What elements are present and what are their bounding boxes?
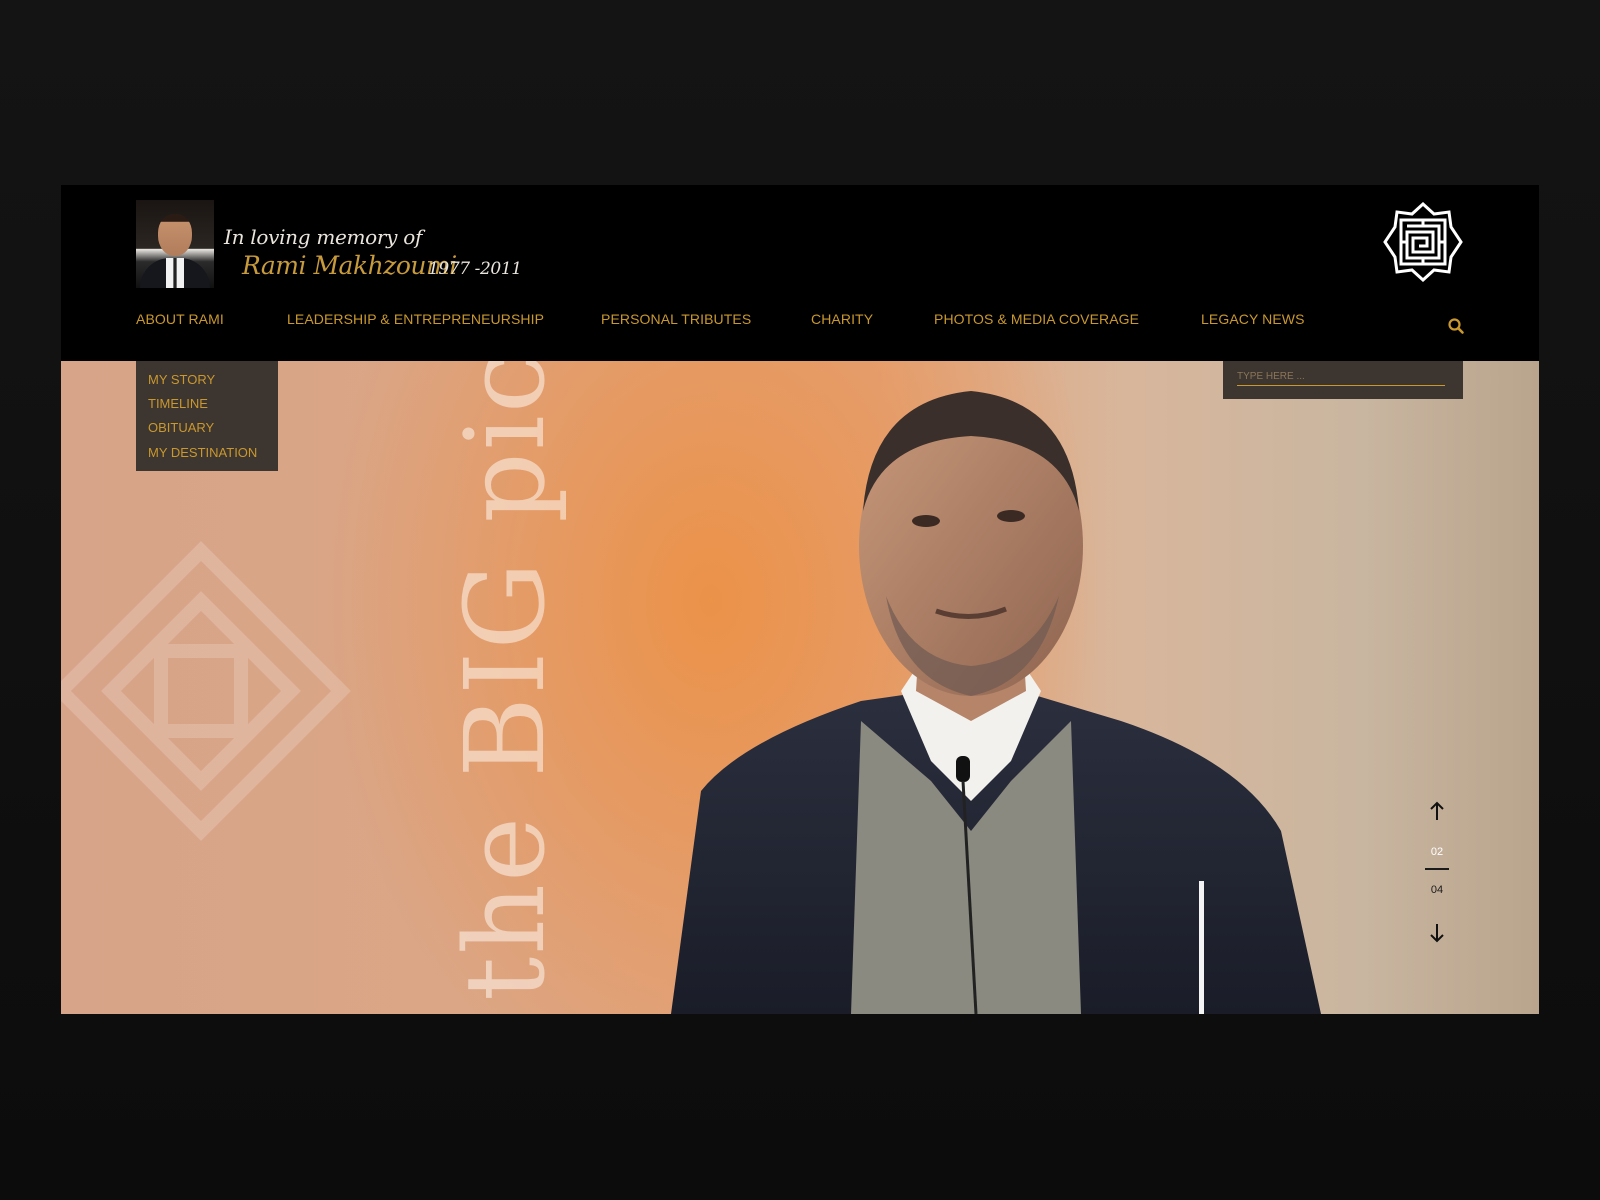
- memory-text: In loving memory of: [224, 225, 423, 249]
- pager-total: 04: [1430, 884, 1444, 896]
- nav-item-charity[interactable]: CHARITY: [811, 311, 873, 327]
- site-header: In loving memory of Rami Makhzoumi 1977 …: [61, 185, 1539, 361]
- header-portrait-photo: [136, 200, 214, 288]
- slide-pager: 02 04: [1421, 801, 1461, 951]
- geometric-pattern-decoration: [61, 541, 351, 841]
- nav-item-personal-tributes[interactable]: PERSONAL TRIBUTES: [601, 311, 751, 327]
- arrow-down-icon[interactable]: [1429, 923, 1445, 943]
- arrow-up-icon[interactable]: [1429, 801, 1445, 821]
- dropdown-item-timeline[interactable]: TIMELINE: [148, 396, 208, 411]
- hero-slide: the BIG pictu 02 04: [61, 361, 1539, 1014]
- nav-item-leadership[interactable]: LEADERSHIP & ENTREPRENEURSHIP: [287, 311, 544, 327]
- pager-divider: [1425, 868, 1449, 870]
- hero-speaker-photo: [671, 391, 1321, 1014]
- about-rami-dropdown: MY STORY TIMELINE OBITUARY MY DESTINATIO…: [136, 361, 278, 471]
- memorial-name: Rami Makhzoumi: [242, 251, 457, 280]
- dropdown-item-obituary[interactable]: OBITUARY: [148, 420, 214, 435]
- nav-item-about-rami[interactable]: ABOUT RAMI: [136, 311, 224, 327]
- nav-item-photos-media[interactable]: PHOTOS & MEDIA COVERAGE: [934, 311, 1139, 327]
- search-input[interactable]: [1237, 367, 1445, 386]
- memorial-years: 1977 -2011: [428, 259, 522, 279]
- search-panel: [1223, 361, 1463, 399]
- nav-item-legacy-news[interactable]: LEGACY NEWS: [1201, 311, 1305, 327]
- hero-vertical-tagline: the BIG pictu: [441, 361, 569, 1001]
- main-navigation: ABOUT RAMI LEADERSHIP & ENTREPRENEURSHIP…: [61, 311, 1539, 341]
- search-icon[interactable]: [1447, 317, 1465, 335]
- website-frame: In loving memory of Rami Makhzoumi 1977 …: [61, 185, 1539, 1014]
- dropdown-item-my-destination[interactable]: MY DESTINATION: [148, 445, 257, 460]
- kufic-emblem-logo[interactable]: [1383, 202, 1463, 282]
- dropdown-item-my-story[interactable]: MY STORY: [148, 372, 215, 387]
- pager-current: 02: [1430, 846, 1444, 858]
